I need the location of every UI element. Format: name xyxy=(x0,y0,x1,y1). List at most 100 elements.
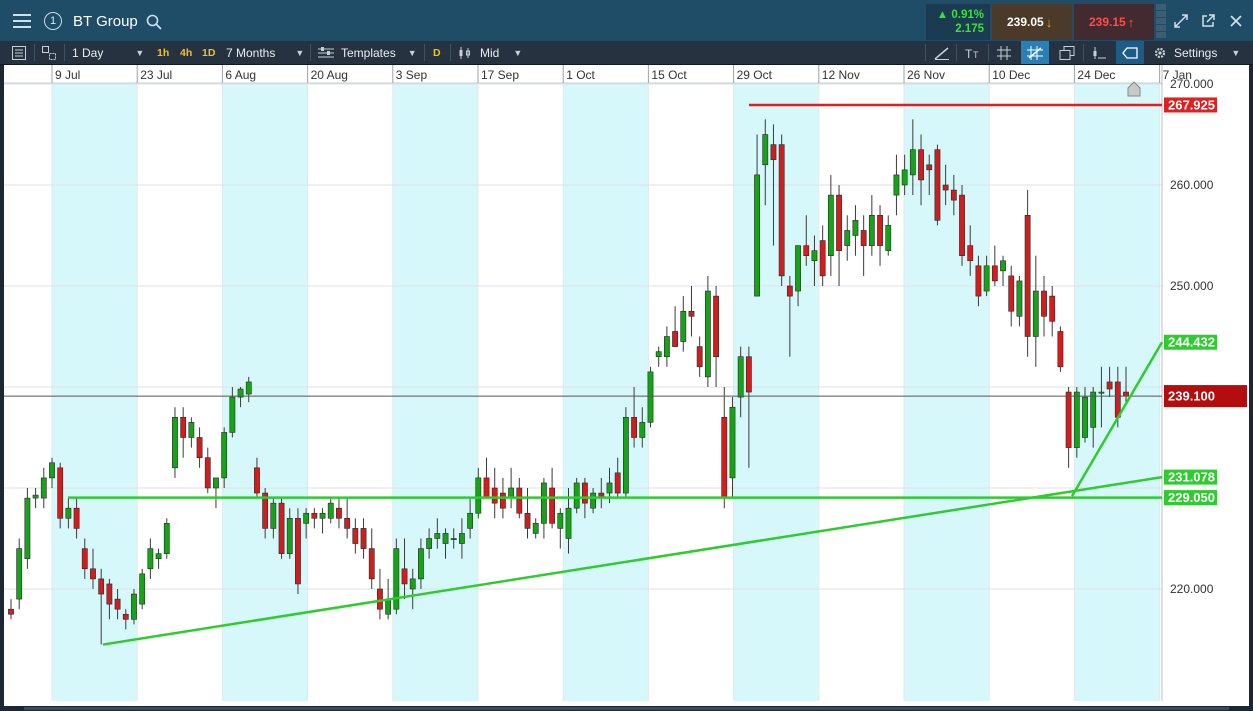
candle-body xyxy=(122,613,129,620)
candle-body xyxy=(745,356,752,393)
candle-body xyxy=(385,598,392,615)
candle-body xyxy=(450,538,457,541)
annotation-label: 231.078 xyxy=(1168,470,1215,485)
interval-value: 1 Day xyxy=(72,45,104,60)
layout-button[interactable] xyxy=(42,41,56,64)
candle-body xyxy=(1032,290,1039,337)
interval-1d[interactable]: 1D xyxy=(202,41,215,64)
price-type-select[interactable]: Mid ▼ xyxy=(458,41,522,64)
close-button[interactable] xyxy=(1223,0,1249,42)
candle-body xyxy=(868,215,875,246)
candle-body xyxy=(81,548,88,570)
label-button[interactable] xyxy=(1116,41,1144,64)
candle-body xyxy=(688,310,695,317)
candle-body xyxy=(245,381,252,395)
x-tick-label: 1 Oct xyxy=(566,68,595,82)
candle-body xyxy=(877,215,883,246)
interval-4h[interactable]: 4h xyxy=(180,41,192,64)
candle-body xyxy=(762,134,769,166)
popout-button[interactable] xyxy=(1195,0,1221,42)
expand-button[interactable] xyxy=(1168,0,1194,42)
buy-button[interactable]: 239.15 ↑ xyxy=(1074,4,1154,40)
candle-body xyxy=(377,588,383,610)
candle-body xyxy=(254,467,260,494)
candle-body xyxy=(467,512,474,529)
list-icon xyxy=(12,45,26,60)
window-number-badge: 1 xyxy=(44,12,62,30)
candle-body xyxy=(696,346,703,368)
close-icon xyxy=(1230,15,1242,27)
candle-body xyxy=(442,533,449,544)
popout-icon xyxy=(1202,14,1215,27)
horizontal-scrollbar[interactable] xyxy=(0,706,1253,711)
list-view-button[interactable] xyxy=(12,41,26,64)
range-select[interactable]: 7 Months ▼ xyxy=(226,41,304,64)
x-tick-label: 29 Oct xyxy=(737,68,773,82)
candle-body xyxy=(278,502,285,554)
x-tick-label: 12 Nov xyxy=(822,68,860,82)
candle-body xyxy=(786,285,793,297)
candle-body xyxy=(622,416,629,494)
shaded-band xyxy=(904,83,990,701)
instrument-title[interactable]: BT Group xyxy=(73,0,138,42)
candle-body xyxy=(860,230,867,246)
candle-body xyxy=(975,265,982,297)
grid-icon xyxy=(997,45,1011,60)
candle-body xyxy=(311,512,318,519)
candle-body xyxy=(852,220,859,236)
text-tool-button[interactable]: TT xyxy=(965,41,983,64)
menu-button[interactable] xyxy=(8,0,36,42)
candle-body xyxy=(327,502,334,519)
candle-body xyxy=(1073,391,1080,448)
grid-button[interactable] xyxy=(997,41,1011,64)
candle-body xyxy=(303,512,310,524)
templates-icon xyxy=(318,46,334,57)
interval-select[interactable]: 1 Day ▼ xyxy=(72,41,144,64)
candle-body xyxy=(32,494,39,499)
candle-body xyxy=(901,169,908,186)
candle-body xyxy=(983,265,990,292)
candles-icon xyxy=(459,46,470,59)
candle-body xyxy=(418,548,424,580)
candle-body xyxy=(1106,381,1113,390)
search-icon[interactable] xyxy=(146,14,162,30)
indicator-button[interactable] xyxy=(1091,41,1107,64)
y-tick-label: 220.000 xyxy=(1170,582,1214,596)
candle-body xyxy=(106,583,113,605)
copy-button[interactable] xyxy=(1059,41,1075,64)
settings-button[interactable]: Settings ▼ xyxy=(1153,41,1240,64)
templates-select[interactable]: Templates ▼ xyxy=(318,41,417,64)
candle-body xyxy=(163,523,170,554)
annotation-label: 244.432 xyxy=(1168,335,1215,350)
candlestick-chart[interactable]: 9 Jul 23 Jul 6 Aug 20 Aug 3 Sep 17 Sep 1 Oct 15… xyxy=(4,65,1249,706)
sell-button[interactable]: 239.05 ↓ xyxy=(992,4,1072,40)
candle-body xyxy=(286,517,293,554)
interval-1h[interactable]: 1h xyxy=(157,41,169,64)
candle-body xyxy=(573,482,580,509)
candle-body xyxy=(73,507,80,529)
candle-body xyxy=(270,502,277,529)
candle-body xyxy=(213,477,219,489)
crosshair-button[interactable] xyxy=(1021,41,1049,64)
window-number-button[interactable]: 1 xyxy=(42,0,64,42)
candle-body xyxy=(221,432,228,479)
candle-body xyxy=(131,593,137,620)
candle-body xyxy=(680,310,687,342)
annotation-label: 267.925 xyxy=(1168,97,1215,112)
candle-body xyxy=(459,533,465,544)
expand-icon xyxy=(1174,14,1188,28)
chart-window: 1 BT Group ▲ 0.91% 2.175 239.05 ↓ 239.15 ↑… xyxy=(0,0,1253,711)
x-tick-label: 15 Oct xyxy=(651,68,687,82)
candle-body xyxy=(721,416,728,499)
candle-body xyxy=(24,497,31,560)
candle-body xyxy=(795,245,801,292)
y-tick-label: 250.000 xyxy=(1170,279,1214,293)
d-badge[interactable]: D xyxy=(433,41,441,64)
candle-body xyxy=(1000,260,1006,272)
draw-line-button[interactable] xyxy=(934,41,950,64)
candle-body xyxy=(368,548,375,580)
candle-body xyxy=(606,482,613,494)
candle-body xyxy=(672,331,678,347)
candle-body xyxy=(180,416,187,438)
price-chart[interactable]: 9 Jul 23 Jul 6 Aug 20 Aug 3 Sep 17 Sep 1 Oct 15… xyxy=(4,65,1249,706)
